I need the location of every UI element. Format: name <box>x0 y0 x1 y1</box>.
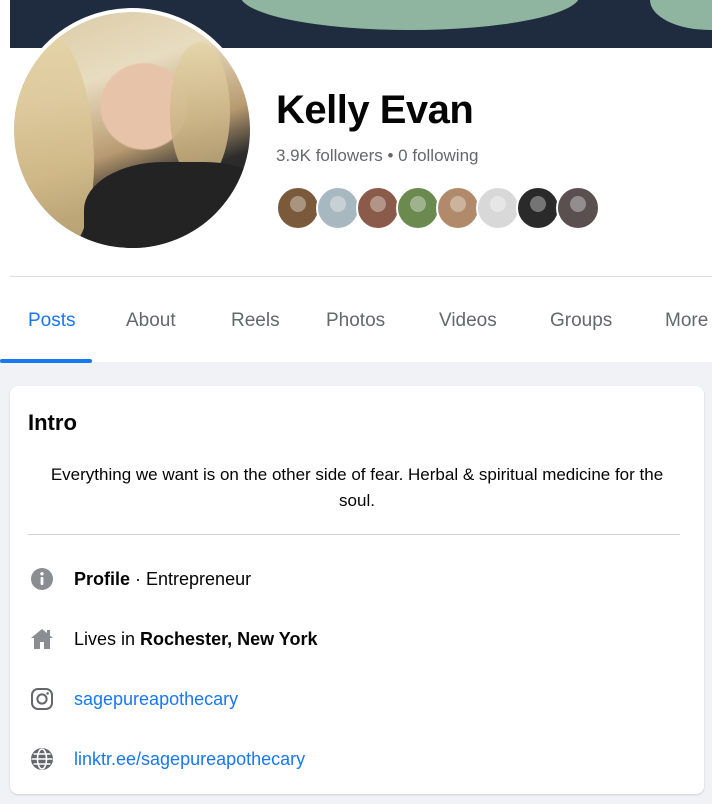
avatar-image <box>14 12 250 248</box>
tab-posts[interactable]: Posts <box>28 310 76 332</box>
intro-profile-row: Profile · Entrepreneur <box>28 564 251 594</box>
active-tab-indicator <box>0 359 92 363</box>
lives-city[interactable]: Rochester, New York <box>140 629 317 650</box>
profile-category[interactable]: Entrepreneur <box>146 569 251 590</box>
profile-name: Kelly Evan <box>276 88 474 132</box>
tab-more[interactable]: More <box>665 310 708 332</box>
header-divider <box>10 276 712 277</box>
intro-bio: Everything we want is on the other side … <box>50 465 664 510</box>
follower-avatar[interactable] <box>436 186 480 230</box>
intro-instagram-row: sagepureapothecary <box>28 684 238 714</box>
instagram-icon <box>28 685 56 713</box>
followers-count[interactable]: 3.9K followers • 0 following <box>276 146 479 166</box>
follower-avatars <box>276 186 616 232</box>
tab-photos[interactable]: Photos <box>326 310 385 332</box>
tab-about[interactable]: About <box>126 310 176 332</box>
avatar-hair <box>170 42 230 182</box>
follower-avatar[interactable] <box>356 186 400 230</box>
profile-tabs: Posts About Reels Photos Videos Groups M… <box>10 290 712 362</box>
follower-avatar[interactable] <box>276 186 320 230</box>
cover-leaf-shape <box>240 0 580 30</box>
home-icon <box>28 625 56 653</box>
info-circle-icon <box>28 565 56 593</box>
profile-type-label: Profile <box>74 568 131 589</box>
intro-card: Intro Everything we want is on the other… <box>10 386 704 794</box>
avatar-hair <box>14 32 94 248</box>
follower-avatar[interactable] <box>476 186 520 230</box>
avatar-shirt <box>84 162 250 248</box>
intro-title: Intro <box>28 410 77 435</box>
instagram-link[interactable]: sagepureapothecary <box>74 689 238 710</box>
tab-videos[interactable]: Videos <box>439 310 497 332</box>
lives-prefix: Lives in <box>74 628 141 649</box>
intro-website-row: linktr.ee/sagepureapothecary <box>28 744 305 774</box>
profile-separator: · <box>130 568 147 589</box>
intro-divider <box>28 534 680 535</box>
tab-groups[interactable]: Groups <box>550 310 612 332</box>
cover-leaf-shape <box>650 0 712 30</box>
tab-reels[interactable]: Reels <box>231 310 280 332</box>
globe-icon <box>28 745 56 773</box>
profile-avatar[interactable] <box>10 8 254 252</box>
follower-avatar[interactable] <box>396 186 440 230</box>
intro-lives-row: Lives in Rochester, New York <box>28 624 317 654</box>
follower-avatar[interactable] <box>516 186 560 230</box>
follower-avatar[interactable] <box>556 186 600 230</box>
website-link[interactable]: linktr.ee/sagepureapothecary <box>74 749 305 770</box>
follower-avatar[interactable] <box>316 186 360 230</box>
